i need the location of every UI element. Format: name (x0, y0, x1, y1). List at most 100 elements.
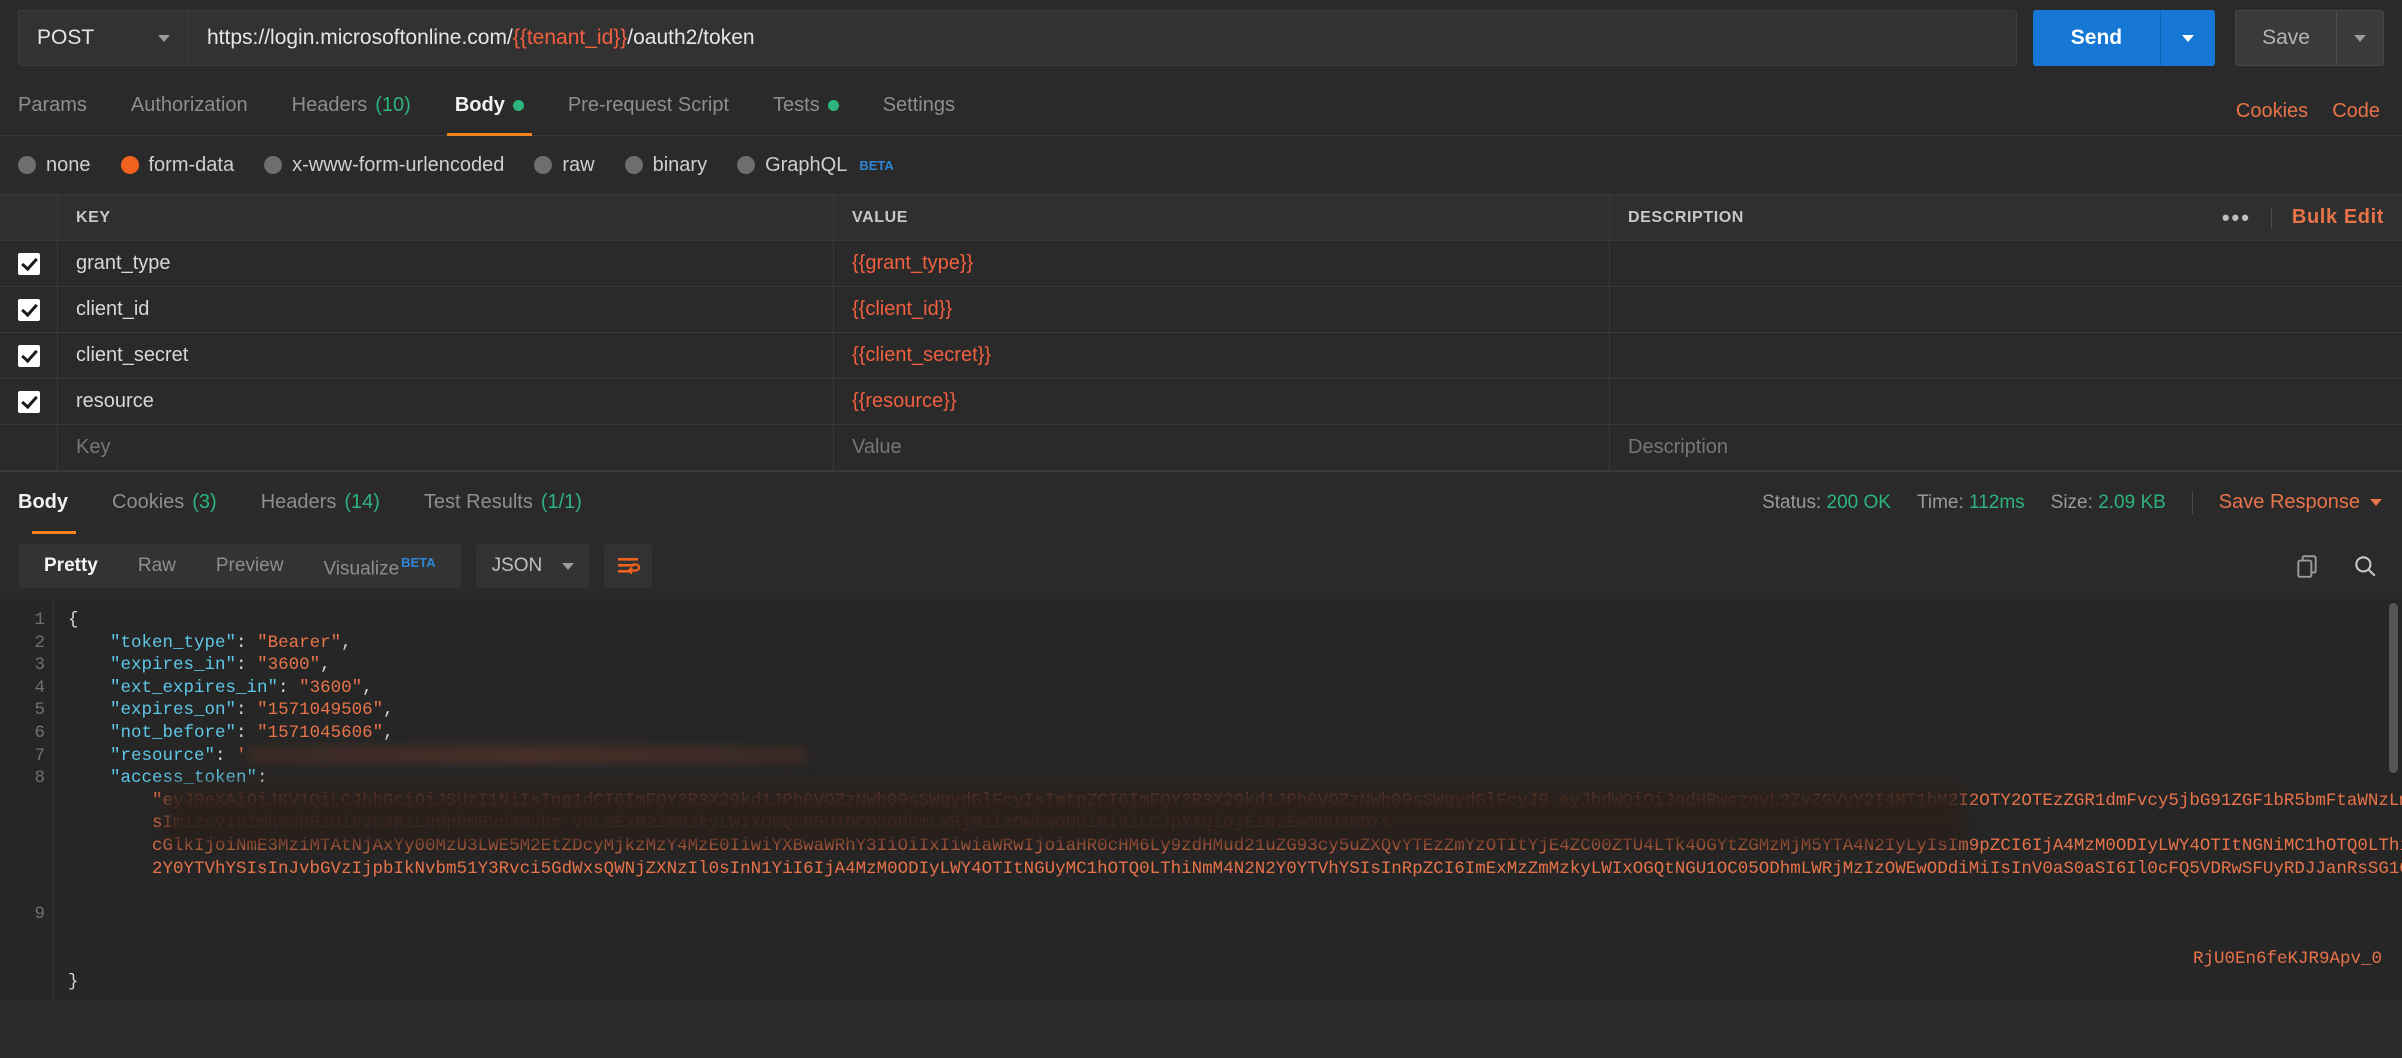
header-description-cell: DESCRIPTION ••• Bulk Edit (1610, 195, 2402, 240)
row-checkbox[interactable] (0, 287, 58, 332)
request-tab-body[interactable]: Body (433, 76, 546, 136)
chevron-down-icon (2182, 34, 2195, 42)
checkbox-checked-icon (17, 344, 40, 367)
request-url-bar: POST https://login.microsoftonline.com/{… (0, 0, 2402, 76)
row-value-cell-text: {{client_id}} (852, 298, 953, 320)
request-tab-headers[interactable]: Headers (10) (270, 76, 433, 135)
response-view-visualize[interactable]: Visualize BETA (303, 541, 455, 591)
response-view-preview[interactable]: Preview (196, 544, 304, 588)
row-value-cell-text: {{grant_type}} (852, 252, 974, 274)
checkbox-checked-icon (17, 298, 40, 321)
row-value-cell[interactable]: {{client_id}} (834, 287, 1610, 332)
code-scroll-thumb[interactable] (2389, 603, 2398, 773)
response-body-code[interactable]: 12345678 9 { "token_type": "Bearer", "exp… (0, 599, 2402, 999)
table-actions: ••• Bulk Edit (2222, 206, 2384, 229)
radio-icon (624, 156, 643, 174)
row-checkbox[interactable] (0, 333, 58, 378)
body-type-binary[interactable]: binary (624, 154, 707, 177)
save-response-label: Save Response (2218, 491, 2360, 513)
tab-label: Cookies (112, 491, 185, 513)
send-options-button[interactable] (2161, 10, 2216, 66)
url-variable: {{tenant_id}} (512, 26, 628, 49)
response-tab-headers[interactable]: Headers (14) (239, 472, 402, 533)
save-button[interactable]: Save (2235, 10, 2336, 66)
body-type-form-data[interactable]: form-data (120, 154, 234, 177)
radio-icon (264, 156, 283, 174)
new-value-input[interactable]: Value (834, 425, 1610, 470)
tab-count: (10) (375, 94, 411, 116)
row-key-cell-text: client_secret (76, 344, 189, 366)
row-key-cell[interactable]: client_secret (58, 333, 834, 378)
new-key-input[interactable]: Key (58, 425, 834, 470)
send-button[interactable]: Send (2032, 10, 2162, 66)
response-json-content[interactable]: { "token_type": "Bearer", "expires_in": … (54, 599, 2402, 999)
save-response-button[interactable]: Save Response (2219, 491, 2382, 514)
row-description-cell[interactable] (1610, 241, 2402, 286)
row-value-cell-text: {{resource}} (852, 390, 957, 412)
row-checkbox[interactable] (0, 425, 58, 470)
line-number: 2 (34, 632, 45, 653)
url-prefix: https://login.microsoftonline.com/ (207, 26, 513, 49)
search-icon[interactable] (2352, 553, 2378, 579)
request-tab-settings[interactable]: Settings (861, 76, 977, 135)
new-key-input-text: Key (76, 436, 111, 458)
line-number: 7 (34, 745, 45, 766)
radio-icon (737, 156, 756, 174)
http-method-select[interactable]: POST (18, 10, 188, 66)
new-description-input-text: Description (1628, 436, 1729, 458)
row-key-cell[interactable]: client_id (58, 287, 834, 332)
row-key-cell[interactable]: resource (58, 379, 834, 424)
row-key-cell-text: client_id (76, 298, 150, 320)
response-language-label: JSON (491, 555, 543, 576)
request-tab-authorization[interactable]: Authorization (109, 76, 270, 135)
cookies-link[interactable]: Cookies (2236, 100, 2308, 123)
word-wrap-button[interactable] (604, 544, 653, 588)
body-type-graphql[interactable]: GraphQL BETA (737, 154, 894, 177)
body-type-label: none (46, 153, 91, 176)
response-tab-body[interactable]: Body (18, 472, 90, 534)
row-value-cell[interactable]: {{resource}} (834, 379, 1610, 424)
response-view-pretty[interactable]: Pretty (24, 544, 118, 588)
body-type-raw[interactable]: raw (534, 153, 595, 177)
chevron-down-icon (2354, 34, 2366, 42)
request-tab-tests[interactable]: Tests (751, 76, 861, 135)
row-checkbox[interactable] (0, 379, 58, 424)
request-tab-pre-request-script[interactable]: Pre-request Script (546, 76, 751, 135)
tab-modified-dot-icon (512, 100, 524, 111)
row-value-cell[interactable]: {{grant_type}} (834, 241, 1610, 286)
row-description-cell[interactable] (1610, 287, 2402, 332)
body-type-x-www-form-urlencoded[interactable]: x-www-form-urlencoded (264, 154, 504, 177)
new-description-input[interactable]: Description (1610, 425, 2402, 470)
more-options-icon[interactable]: ••• (2222, 206, 2251, 228)
tab-label: Params (18, 94, 87, 116)
time-label: Time: (1916, 491, 1964, 513)
body-type-none[interactable]: none (18, 154, 91, 177)
beta-badge: BETA (401, 554, 436, 570)
table-header-row: KEY VALUE DESCRIPTION ••• Bulk Edit (0, 195, 2402, 241)
table-row-placeholder: Key Value Description (0, 425, 2402, 471)
request-tab-params[interactable]: Params (18, 76, 109, 135)
copy-icon[interactable] (2294, 553, 2320, 579)
response-language-select[interactable]: JSON (475, 544, 591, 588)
save-options-button[interactable] (2336, 10, 2384, 66)
row-description-cell[interactable] (1610, 333, 2402, 378)
code-scrollbar[interactable] (2388, 599, 2400, 999)
response-tab-cookies[interactable]: Cookies (3) (90, 472, 239, 533)
response-view-raw[interactable]: Raw (118, 544, 196, 588)
row-value-cell-text: {{client_secret}} (852, 344, 991, 366)
body-type-label: raw (562, 153, 595, 176)
request-url-input[interactable]: https://login.microsoftonline.com/{{tena… (188, 10, 2017, 66)
time-value: 112ms (1969, 491, 2025, 513)
bulk-edit-link[interactable]: Bulk Edit (2292, 206, 2384, 229)
header-description: DESCRIPTION (1628, 208, 1744, 226)
chevron-down-icon (158, 34, 170, 42)
row-key-cell[interactable]: grant_type (58, 241, 834, 286)
code-link[interactable]: Code (2332, 100, 2380, 123)
body-type-radio-group: none form-data x-www-form-urlencoded raw bin… (0, 136, 2402, 194)
body-type-label: GraphQL (765, 153, 848, 176)
row-value-cell[interactable]: {{client_secret}} (834, 333, 1610, 378)
response-meta: Status: 200 OK Time: 112ms Size: 2.09 KB… (1762, 491, 2382, 514)
row-checkbox[interactable] (0, 241, 58, 286)
response-tab-test-results[interactable]: Test Results (1/1) (402, 472, 604, 533)
row-description-cell[interactable] (1610, 379, 2402, 424)
